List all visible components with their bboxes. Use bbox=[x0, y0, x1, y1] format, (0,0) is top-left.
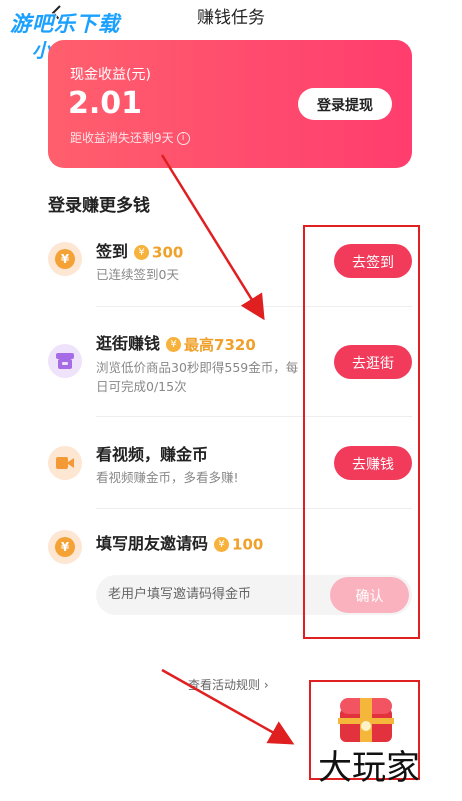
annotation-arrows bbox=[160, 154, 295, 745]
watermark-logo: 大玩家 bbox=[318, 748, 420, 788]
treasure-chest-icon[interactable] bbox=[334, 688, 398, 748]
